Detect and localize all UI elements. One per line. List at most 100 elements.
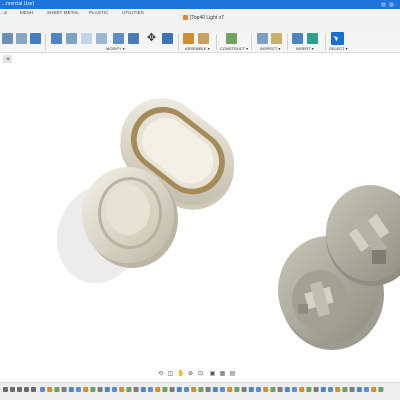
timeline-feature-icon[interactable] [342,387,348,392]
timeline-feature-icon[interactable] [371,387,377,392]
tab-utilities[interactable]: UTILITIES [122,9,144,17]
timeline-feature-icon[interactable] [306,387,312,392]
timeline-feature-icon[interactable] [119,387,125,392]
timeline-feature-icon[interactable] [68,387,74,392]
timeline-feature-icon[interactable] [162,387,168,392]
align-icon[interactable] [162,33,173,44]
timeline-feature-icon[interactable] [212,387,218,392]
timeline-feature-icon[interactable] [176,387,182,392]
timeline-feature-icon[interactable] [47,387,53,392]
as-built-joint-icon[interactable] [198,33,209,44]
chamfer-icon[interactable] [96,33,107,44]
timeline-feature-icon[interactable] [349,387,355,392]
measure-icon[interactable] [257,33,268,44]
timeline-feature-icon[interactable] [378,387,384,392]
model-render [56,98,400,350]
timeline-feature-icon[interactable] [61,387,67,392]
move-icon[interactable]: ✥ [146,33,157,44]
ribbon-toolbar: ✥ MODIFY ▾ ASSEMBLE ▾ CONSTRUCT ▾ INSPEC… [0,31,400,53]
timeline-feature-icon[interactable] [112,387,117,392]
canvas-viewport[interactable] [0,64,400,370]
timeline-feature-icon[interactable] [169,387,175,392]
orbit-icon[interactable]: ⟲ [157,371,164,378]
timeline-feature-icon[interactable] [328,387,333,392]
timeline-feature-icon[interactable] [299,387,305,392]
timeline-feature-icon[interactable] [284,387,290,392]
timeline-feature-icon[interactable] [184,387,189,392]
group-label-select[interactable]: SELECT ▾ [329,46,348,51]
plane-icon[interactable] [226,33,237,44]
document-tab[interactable]: [Top40 Light v7 [183,13,224,23]
browser-toggle-button[interactable]: ◂ [3,55,12,63]
timeline-feature-icon[interactable] [256,387,261,392]
timeline-feature-icon[interactable] [83,387,89,392]
timeline-feature-icon[interactable] [335,387,341,392]
display-settings-icon[interactable]: ▣ [209,371,216,378]
timeline-feature-icon[interactable] [364,387,369,392]
timeline-feature-icon[interactable] [54,387,60,392]
joint-icon[interactable] [183,33,194,44]
combine-icon[interactable] [113,33,124,44]
timeline-feature-icon[interactable] [148,387,153,392]
timeline-feature-icon[interactable] [320,387,326,392]
timeline-feature-icon[interactable] [140,387,146,392]
timeline-feature-icon[interactable] [277,387,283,392]
insert-mesh-icon[interactable] [292,33,303,44]
create-sketch-icon[interactable] [2,33,13,44]
shell-icon[interactable] [66,33,77,44]
timeline-feature-icon[interactable] [126,387,132,392]
viewports-icon[interactable]: ▤ [229,371,236,378]
document-icon [183,14,188,20]
group-label-construct[interactable]: CONSTRUCT ▾ [220,46,248,51]
extrude-icon[interactable] [16,33,27,44]
timeline-feature-icon[interactable] [313,387,319,392]
tab-solid[interactable]: ...S [0,9,7,17]
interference-icon[interactable] [271,33,282,44]
look-at-icon[interactable]: ◫ [167,371,174,378]
timeline-feature-icon[interactable] [248,387,254,392]
timeline-feature-icon[interactable] [356,387,362,392]
group-label-modify[interactable]: MODIFY ▾ [106,46,125,51]
timeline-feature-icon[interactable] [241,387,247,392]
pan-icon[interactable]: ✋ [177,371,184,378]
timeline-feature-icon[interactable] [263,387,269,392]
scale-icon[interactable] [128,33,139,44]
toolbar-separator [251,34,252,50]
tab-plastic[interactable]: PLASTIC [89,9,108,17]
timeline-feature-icon[interactable] [234,387,240,392]
timeline-features [40,387,384,392]
timeline-feature-icon[interactable] [133,387,139,392]
timeline-feature-icon[interactable] [198,387,204,392]
close-icon[interactable] [389,2,394,7]
timeline-feature-icon[interactable] [270,387,276,392]
timeline-feature-icon[interactable] [205,387,211,392]
tab-sheet-metal[interactable]: SHEET METAL [47,9,79,17]
timeline-feature-icon[interactable] [40,387,45,392]
timeline-feature-icon[interactable] [220,387,225,392]
grid-icon[interactable]: ▦ [219,371,226,378]
timeline-feature-icon[interactable] [97,387,103,392]
revolve-icon[interactable] [30,33,41,44]
group-label-inspect[interactable]: INSPECT ▾ [260,46,280,51]
press-pull-icon[interactable] [81,33,92,44]
insert-decal-icon[interactable] [307,33,318,44]
timeline-feature-icon[interactable] [90,387,96,392]
fit-icon[interactable]: ⊡ [197,371,204,378]
minimize-icon[interactable] [381,2,386,7]
timeline-feature-icon[interactable] [191,387,197,392]
toolbar-separator [287,34,288,50]
tab-mesh[interactable]: MESH [20,9,33,17]
timeline-feature-icon[interactable] [155,387,161,392]
timeline-feature-icon[interactable] [76,387,81,392]
fillet-icon[interactable] [51,33,62,44]
title-bar: ...mercial Use) [0,0,400,9]
window-title: ...mercial Use) [2,1,35,7]
group-label-insert[interactable]: INSERT ▾ [296,46,314,51]
group-label-assemble[interactable]: ASSEMBLE ▾ [185,46,210,51]
toolbar-separator [216,34,217,50]
timeline-feature-icon[interactable] [292,387,297,392]
timeline-feature-icon[interactable] [104,387,110,392]
zoom-icon[interactable]: ⊕ [187,371,194,378]
select-cursor-icon[interactable] [331,32,344,45]
timeline-feature-icon[interactable] [227,387,233,392]
